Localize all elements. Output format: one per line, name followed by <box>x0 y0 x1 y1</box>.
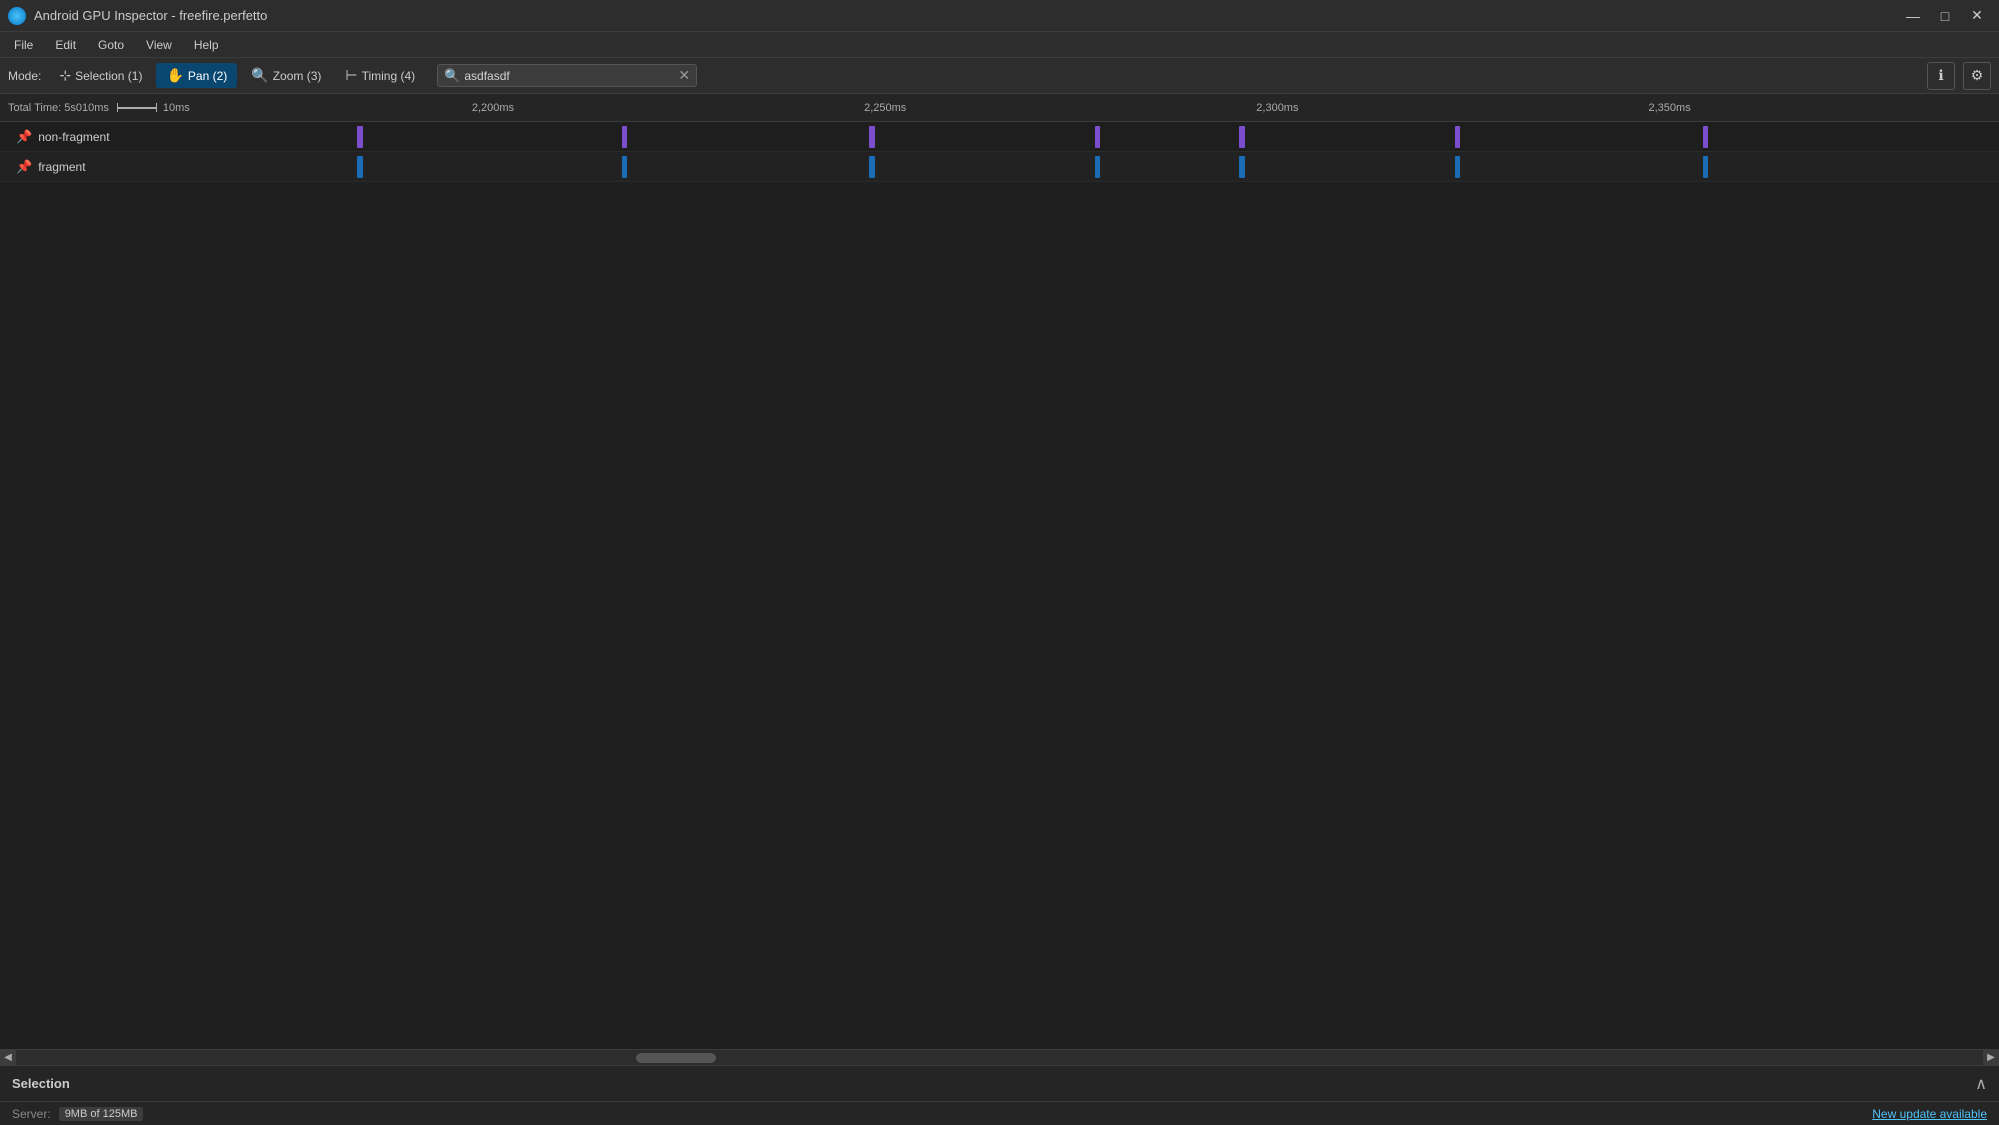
event-fragment-6 <box>1455 156 1460 178</box>
track-row-fragment[interactable]: 📌 fragment <box>0 152 1999 182</box>
menu-goto[interactable]: Goto <box>88 35 134 55</box>
info-icon: ℹ <box>1938 67 1943 84</box>
event-non-fragment-7 <box>1703 126 1708 148</box>
search-clear-button[interactable]: ✕ <box>678 67 690 84</box>
event-fragment-4 <box>1095 156 1100 178</box>
title-bar-controls: — □ ✕ <box>1899 2 1991 30</box>
event-non-fragment-6 <box>1455 126 1460 148</box>
mode-selection-button[interactable]: ⊹ Selection (1) <box>49 63 152 88</box>
timeline-header-left: Total Time: 5s010ms 10ms <box>0 102 330 114</box>
event-non-fragment-5 <box>1239 126 1245 148</box>
track-label-non-fragment: 📌 non-fragment <box>0 129 310 145</box>
menu-view[interactable]: View <box>136 35 182 55</box>
bottom-panel-header: Selection ∧ <box>0 1066 1999 1102</box>
total-time-label: Total Time: 5s010ms <box>8 102 109 114</box>
pan-icon: ✋ <box>166 67 183 84</box>
mode-timing-label: Timing (4) <box>362 69 416 83</box>
scroll-thumb[interactable] <box>636 1053 716 1063</box>
empty-area <box>0 182 1999 1049</box>
scale-indicator: 10ms <box>117 102 190 114</box>
app-icon <box>8 7 26 25</box>
settings-button[interactable]: ⚙ <box>1963 62 1991 90</box>
server-info: Server: 9MB of 125MB <box>12 1107 143 1121</box>
bottom-panel-title: Selection <box>12 1076 70 1091</box>
menu-edit[interactable]: Edit <box>45 35 86 55</box>
info-button[interactable]: ℹ <box>1927 62 1955 90</box>
window-title: Android GPU Inspector - freefire.perfett… <box>34 8 267 23</box>
mode-zoom-button[interactable]: 🔍 Zoom (3) <box>241 63 331 88</box>
search-icon: 🔍 <box>444 68 460 84</box>
search-input[interactable] <box>464 69 678 83</box>
event-non-fragment-3 <box>869 126 875 148</box>
event-non-fragment-1 <box>357 126 363 148</box>
update-link[interactable]: New update available <box>1872 1107 1987 1121</box>
marker-2300: 2,300ms <box>1256 102 1298 114</box>
server-label: Server: <box>12 1107 51 1121</box>
track-row-non-fragment[interactable]: 📌 non-fragment <box>0 122 1999 152</box>
event-non-fragment-2 <box>622 126 627 148</box>
track-label-fragment: 📌 fragment <box>0 159 310 175</box>
scroll-right-button[interactable]: ▶ <box>1983 1050 1999 1066</box>
event-fragment-1 <box>357 156 363 178</box>
track-content-non-fragment[interactable] <box>310 122 1999 151</box>
track-content-fragment[interactable] <box>310 152 1999 181</box>
scroll-track[interactable] <box>16 1053 1983 1063</box>
scroll-left-button[interactable]: ◀ <box>0 1050 16 1066</box>
mode-label: Mode: <box>8 69 41 83</box>
mode-pan-button[interactable]: ✋ Pan (2) <box>156 63 237 88</box>
event-fragment-3 <box>869 156 875 178</box>
collapse-button[interactable]: ∧ <box>1975 1074 1987 1094</box>
menu-file[interactable]: File <box>4 35 43 55</box>
mode-pan-label: Pan (2) <box>188 69 227 83</box>
pin-icon-fragment: 📌 <box>16 159 32 175</box>
event-fragment-7 <box>1703 156 1708 178</box>
timeline-area: Total Time: 5s010ms 10ms 2,200ms 2,250ms… <box>0 94 1999 1065</box>
search-container[interactable]: 🔍 ✕ <box>437 64 697 87</box>
marker-2350: 2,350ms <box>1649 102 1691 114</box>
scale-line <box>117 107 157 109</box>
mode-timing-button[interactable]: ⊢ Timing (4) <box>335 63 425 88</box>
settings-icon: ⚙ <box>1971 67 1984 84</box>
scale-label: 10ms <box>163 102 190 114</box>
tracks-container: 📌 non-fragment 📌 fragment <box>0 122 1999 1049</box>
mode-selection-label: Selection (1) <box>75 69 142 83</box>
zoom-icon: 🔍 <box>251 67 268 84</box>
mode-bar-right: ℹ ⚙ <box>1927 62 1991 90</box>
server-value: 9MB of 125MB <box>59 1107 144 1121</box>
event-fragment-2 <box>622 156 627 178</box>
selection-icon: ⊹ <box>59 67 71 84</box>
marker-2250: 2,250ms <box>864 102 906 114</box>
timeline-header: Total Time: 5s010ms 10ms 2,200ms 2,250ms… <box>0 94 1999 122</box>
bottom-panel: Selection ∧ Server: 9MB of 125MB New upd… <box>0 1065 1999 1125</box>
marker-2200: 2,200ms <box>472 102 514 114</box>
horizontal-scrollbar[interactable]: ◀ ▶ <box>0 1049 1999 1065</box>
minimize-button[interactable]: — <box>1899 2 1927 30</box>
bottom-panel-content: Server: 9MB of 125MB New update availabl… <box>0 1102 1999 1125</box>
maximize-button[interactable]: □ <box>1931 2 1959 30</box>
mode-zoom-label: Zoom (3) <box>273 69 322 83</box>
pin-icon-non-fragment: 📌 <box>16 129 32 145</box>
timing-icon: ⊢ <box>345 67 357 84</box>
event-non-fragment-4 <box>1095 126 1100 148</box>
menu-bar: File Edit Goto View Help <box>0 32 1999 58</box>
timeline-markers: 2,200ms 2,250ms 2,300ms 2,350ms <box>330 94 1999 121</box>
event-fragment-5 <box>1239 156 1245 178</box>
title-bar-left: Android GPU Inspector - freefire.perfett… <box>8 7 267 25</box>
mode-bar: Mode: ⊹ Selection (1) ✋ Pan (2) 🔍 Zoom (… <box>0 58 1999 94</box>
title-bar: Android GPU Inspector - freefire.perfett… <box>0 0 1999 32</box>
menu-help[interactable]: Help <box>184 35 229 55</box>
close-button[interactable]: ✕ <box>1963 2 1991 30</box>
